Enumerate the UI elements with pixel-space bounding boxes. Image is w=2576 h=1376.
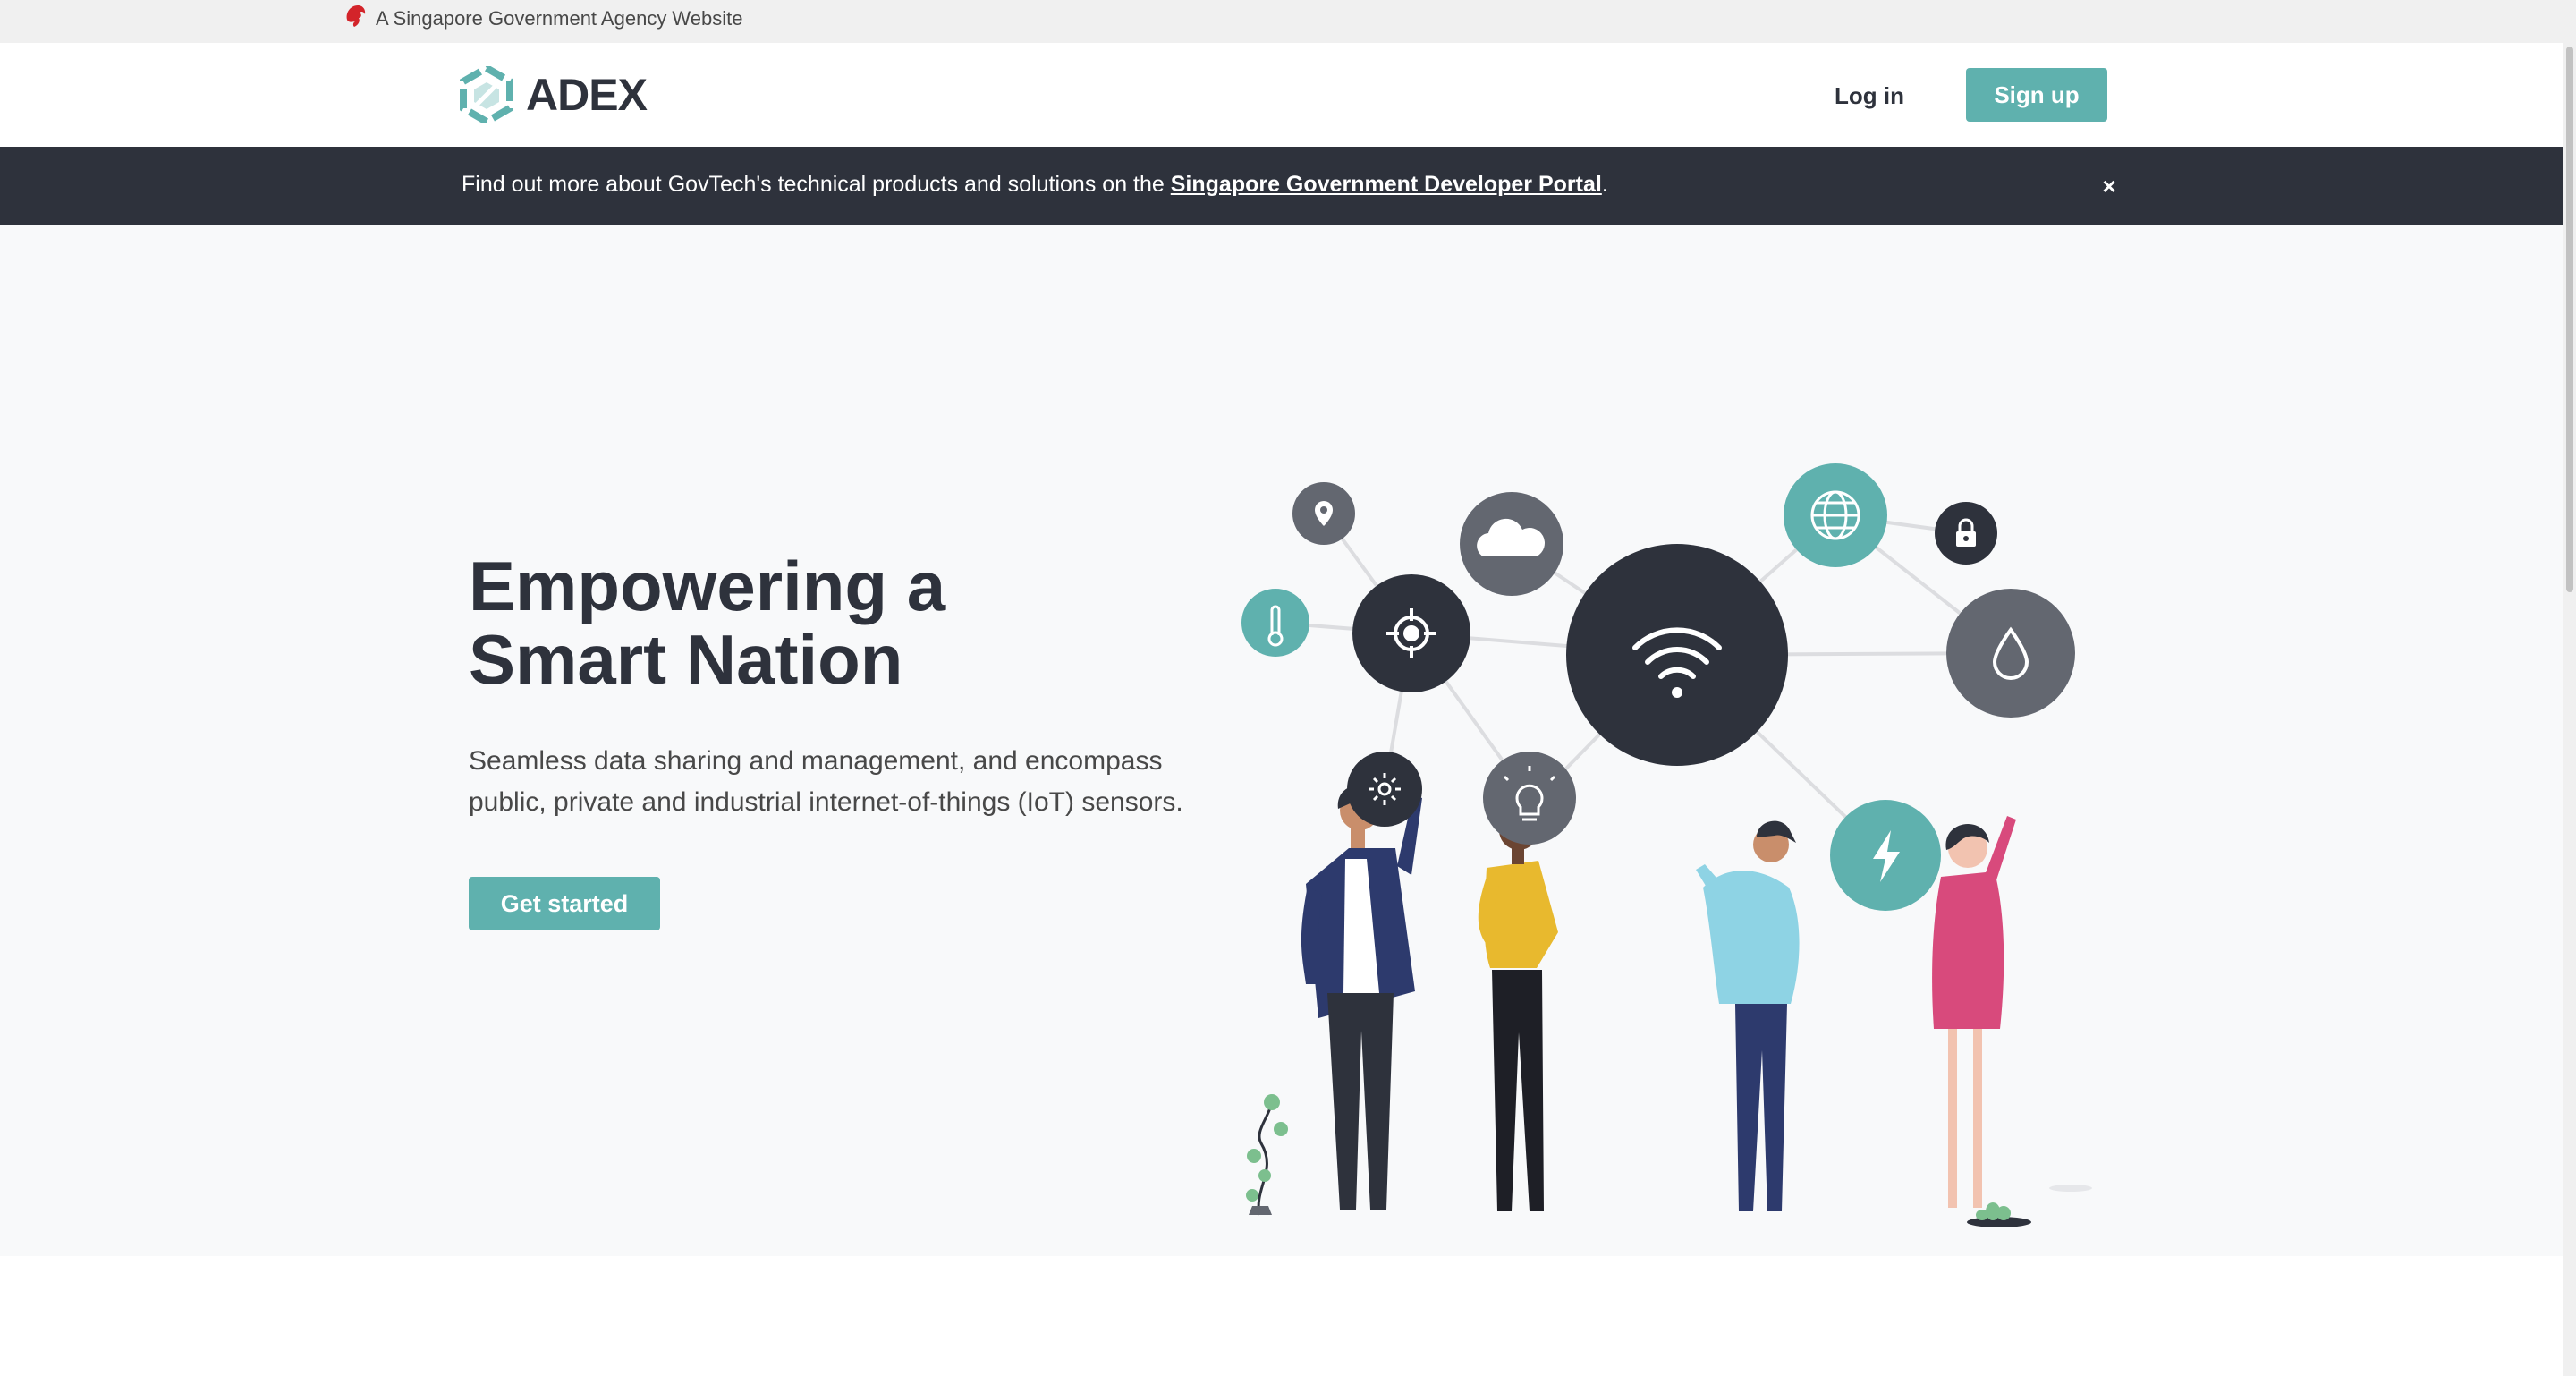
plant-left xyxy=(1246,1094,1288,1216)
person-light-blue xyxy=(1696,820,1800,1211)
announcement-text: Find out more about GovTech's technical … xyxy=(462,172,1171,197)
navbar: ADEX Log in Sign up xyxy=(0,43,2563,147)
adex-logo-icon xyxy=(460,66,513,123)
adex-logo[interactable]: ADEX xyxy=(460,66,648,123)
lock-node xyxy=(1935,502,1997,565)
thermometer-node xyxy=(1241,589,1309,657)
get-started-button[interactable]: Get started xyxy=(469,877,660,930)
masthead-text: A Singapore Government Agency Website xyxy=(376,7,743,30)
government-masthead: A Singapore Government Agency Website xyxy=(0,0,2563,43)
hero-title-line2: Smart Nation xyxy=(469,620,903,699)
page-scrollbar[interactable] xyxy=(2563,0,2576,1376)
logo-text: ADEX xyxy=(526,70,648,120)
hero-title: Empowering a Smart Nation xyxy=(469,549,1095,696)
lion-head-icon xyxy=(346,5,366,27)
wifi-node xyxy=(1566,544,1788,766)
login-button[interactable]: Log in xyxy=(1825,75,1914,116)
person-yellow-top xyxy=(1478,800,1558,1211)
globe-node xyxy=(1784,463,1887,567)
cloud-node xyxy=(1460,492,1563,596)
water-node xyxy=(1946,589,2075,718)
announcement-banner: Find out more about GovTech's technical … xyxy=(0,147,2563,225)
lightbulb-node xyxy=(1483,752,1576,845)
location-node xyxy=(1292,482,1355,545)
announcement-message: Find out more about GovTech's technical … xyxy=(462,172,1608,198)
crosshair-node xyxy=(1352,574,1470,692)
close-icon: × xyxy=(2102,173,2116,200)
announcement-text-end: . xyxy=(1601,172,1608,197)
sun-node xyxy=(1347,752,1422,827)
lightning-node xyxy=(1830,800,1941,911)
person-blue-jacket xyxy=(1301,785,1422,1210)
developer-portal-link[interactable]: Singapore Government Developer Portal xyxy=(1171,172,1602,197)
scrollbar-thumb[interactable] xyxy=(2566,47,2573,592)
hero-section: Empowering a Smart Nation Seamless data … xyxy=(0,225,2563,1256)
smart-nation-illustration xyxy=(1241,463,2092,1227)
hero-title-line1: Empowering a xyxy=(469,547,946,625)
person-pink-dress xyxy=(1932,816,2016,1208)
signup-button[interactable]: Sign up xyxy=(1966,68,2107,122)
close-banner-button[interactable]: × xyxy=(2097,174,2122,199)
hero-subtitle: Seamless data sharing and management, an… xyxy=(469,746,1183,817)
